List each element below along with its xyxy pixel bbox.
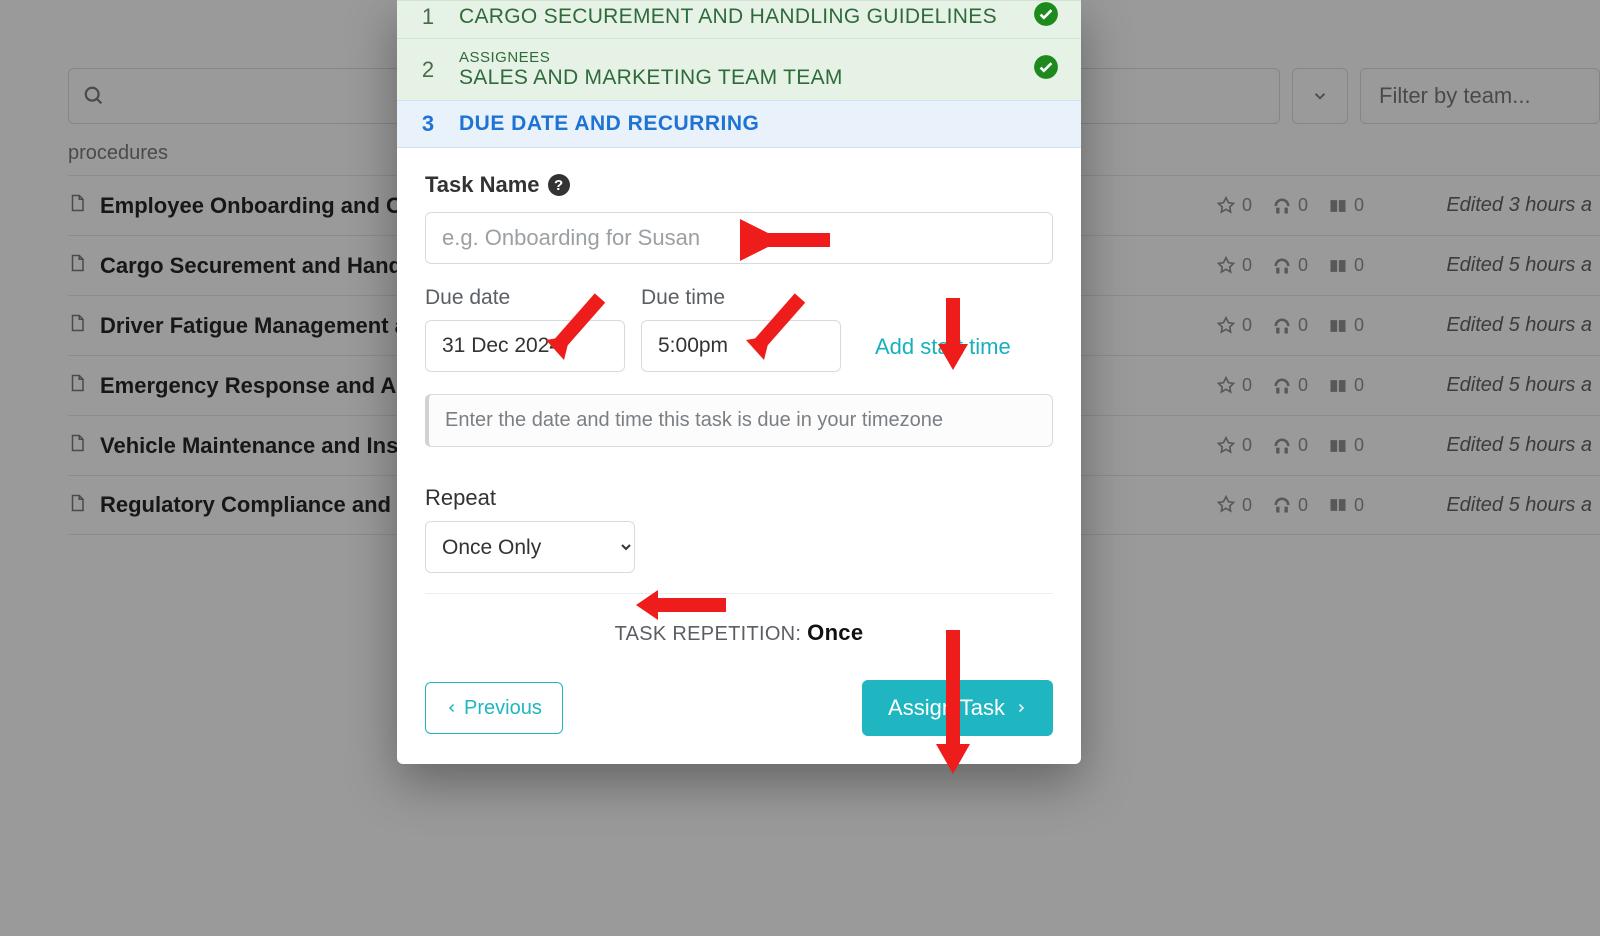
timezone-hint: Enter the date and time this task is due…: [425, 394, 1053, 447]
previous-button-label: Previous: [464, 697, 542, 720]
task-name-input[interactable]: [425, 212, 1053, 264]
assign-task-button[interactable]: Assign Task: [862, 680, 1053, 736]
task-name-label: Task Name: [425, 172, 540, 198]
previous-button[interactable]: Previous: [425, 682, 563, 734]
wizard-step-1-number: 1: [419, 4, 437, 30]
check-icon: [1033, 54, 1059, 85]
due-time-input[interactable]: [641, 320, 841, 372]
task-repetition-summary: TASK REPETITION: Once: [425, 594, 1053, 656]
wizard-step-1[interactable]: 1 CARGO SECUREMENT AND HANDLING GUIDELIN…: [397, 0, 1081, 38]
wizard-step-3[interactable]: 3 DUE DATE AND RECURRING: [397, 100, 1081, 148]
wizard-step-3-title: DUE DATE AND RECURRING: [459, 112, 1059, 136]
due-date-label: Due date: [425, 286, 625, 310]
help-icon[interactable]: ?: [548, 174, 570, 196]
wizard-step-2-number: 2: [419, 57, 437, 83]
wizard-step-2-eyebrow: ASSIGNEES: [459, 49, 1011, 66]
add-start-time-link[interactable]: Add start time: [875, 334, 1011, 372]
wizard-step-2-title: SALES AND MARKETING TEAM TEAM: [459, 66, 1011, 90]
task-repetition-label: TASK REPETITION:: [615, 623, 802, 645]
repeat-label: Repeat: [425, 485, 1053, 511]
repeat-select[interactable]: Once Only: [425, 521, 635, 573]
chevron-right-icon: [1015, 700, 1027, 716]
wizard-step-2[interactable]: 2 ASSIGNEES SALES AND MARKETING TEAM TEA…: [397, 38, 1081, 100]
task-repetition-value: Once: [807, 620, 863, 645]
chevron-left-icon: [446, 700, 458, 716]
wizard-step-1-title: CARGO SECUREMENT AND HANDLING GUIDELINES: [459, 5, 1011, 29]
wizard-step-3-number: 3: [419, 111, 437, 137]
assign-task-button-label: Assign Task: [888, 695, 1005, 721]
due-time-label: Due time: [641, 286, 841, 310]
assign-task-modal: 1 CARGO SECUREMENT AND HANDLING GUIDELIN…: [397, 0, 1081, 764]
check-icon: [1033, 1, 1059, 32]
due-date-input[interactable]: [425, 320, 625, 372]
